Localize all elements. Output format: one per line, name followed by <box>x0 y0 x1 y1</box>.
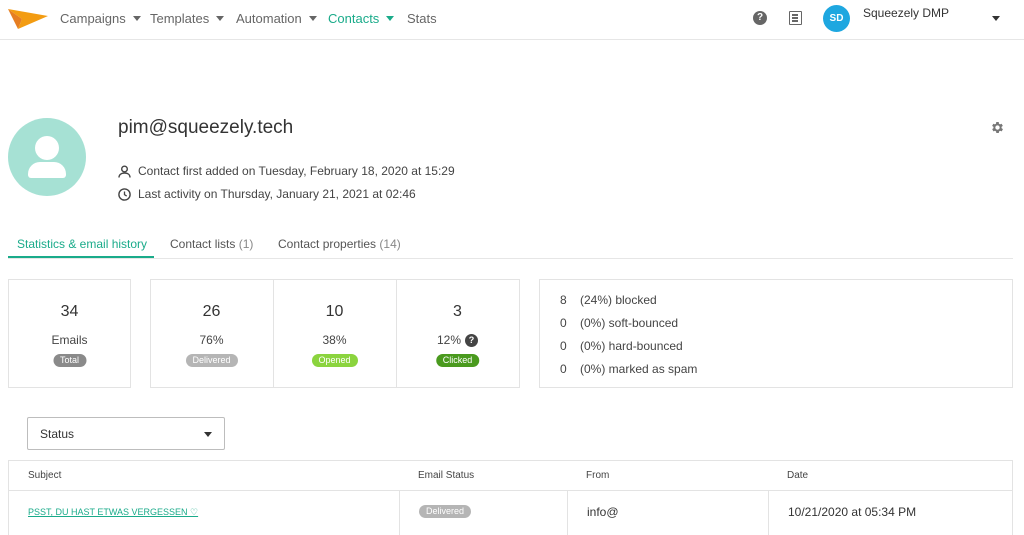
bounce-hard-text: (0%) hard-bounced <box>580 339 683 353</box>
stat-emails-value: 34 <box>60 303 79 320</box>
contact-email: pim@squeezely.tech <box>118 117 294 138</box>
badge-total: Total <box>52 354 87 367</box>
documents-icon[interactable] <box>789 11 802 25</box>
bounce-blocked-count: 8 <box>560 293 567 307</box>
stat-delivered-label: 76% <box>199 333 224 347</box>
header-from[interactable]: From <box>586 470 609 481</box>
user-icon <box>35 136 59 160</box>
tab-contact-properties-count: (14) <box>379 237 401 251</box>
nav-templates[interactable]: Templates <box>150 11 225 26</box>
email-from: info@ <box>587 505 619 519</box>
nav-automation-label: Automation <box>236 11 302 26</box>
bounce-blocked-text: (24%) blocked <box>580 293 657 307</box>
last-activity-text: Last activity on Thursday, January 21, 2… <box>138 187 416 201</box>
header-email-status[interactable]: Email Status <box>418 470 474 481</box>
stat-opened-value: 10 <box>325 303 344 320</box>
bounce-spam-text: (0%) marked as spam <box>580 362 698 376</box>
logo-icon[interactable] <box>8 7 48 31</box>
stat-emails: 34 Emails Total <box>8 279 131 388</box>
contact-avatar <box>8 118 86 196</box>
tab-contact-lists-label: Contact lists <box>170 237 236 251</box>
tab-contact-properties-label: Contact properties <box>278 237 377 251</box>
badge-clicked: Clicked <box>435 354 480 367</box>
gear-icon[interactable] <box>990 120 1005 135</box>
status-badge: Delivered <box>419 505 472 518</box>
chevron-down-icon <box>216 16 225 21</box>
stat-clicked-value: 3 <box>453 303 462 320</box>
stat-clicked-label: 12% <box>436 333 462 347</box>
chevron-down-icon[interactable] <box>992 16 1000 21</box>
nav-campaigns[interactable]: Campaigns <box>60 11 141 26</box>
nav-stats-label: Stats <box>407 11 437 26</box>
stat-emails-label: Emails <box>51 333 88 347</box>
header-subject[interactable]: Subject <box>28 470 61 481</box>
stat-opened: 10 38% Opened <box>273 279 396 388</box>
tab-contact-lists[interactable]: Contact lists (1) <box>170 237 253 251</box>
bounce-hard-count: 0 <box>560 339 567 353</box>
stat-delivered: 26 76% Delivered <box>150 279 273 388</box>
bounce-soft-count: 0 <box>560 316 567 330</box>
bounce-spam-count: 0 <box>560 362 567 376</box>
contact-last-activity: Last activity on Thursday, January 21, 2… <box>118 187 416 201</box>
nav-contacts-label: Contacts <box>328 11 380 26</box>
nav-templates-label: Templates <box>150 11 210 26</box>
status-filter-dropdown[interactable]: Status <box>27 417 225 450</box>
tab-statistics[interactable]: Statistics & email history <box>17 237 147 251</box>
first-added-text: Contact first added on Tuesday, February… <box>138 164 455 178</box>
stat-clicked-label-wrap: 12% ? <box>396 333 519 347</box>
email-subject-link[interactable]: PSST, DU HAST ETWAS VERGESSEN ♡ <box>28 507 198 518</box>
table-row[interactable]: PSST, DU HAST ETWAS VERGESSEN ♡ Delivere… <box>9 491 1012 535</box>
bounce-soft-text: (0%) soft-bounced <box>580 316 679 330</box>
clock-icon <box>118 187 131 201</box>
chevron-down-icon <box>308 16 317 21</box>
help-icon[interactable]: ? <box>753 11 767 25</box>
chevron-down-icon <box>132 16 141 21</box>
bounce-hard: 0 (0%) hard-bounced <box>560 339 683 353</box>
contact-tabs: Statistics & email history Contact lists… <box>8 232 1013 259</box>
badge-opened: Opened <box>311 354 358 367</box>
tab-contact-properties[interactable]: Contact properties (14) <box>278 237 401 251</box>
stat-clicked: 3 12% ? Clicked <box>396 279 519 388</box>
tab-contact-lists-count: (1) <box>238 237 254 251</box>
stat-opened-label: 38% <box>322 333 347 347</box>
table-header: Subject Email Status From Date <box>9 461 1012 491</box>
account-name[interactable]: Squeezely DMP <box>863 6 949 20</box>
status-filter-label: Status <box>40 427 75 441</box>
nav-contacts[interactable]: Contacts <box>328 11 395 26</box>
account-avatar[interactable]: SD <box>823 5 850 32</box>
email-date: 10/21/2020 at 05:34 PM <box>788 505 917 519</box>
nav-campaigns-label: Campaigns <box>60 11 126 26</box>
nav-stats[interactable]: Stats <box>407 11 437 26</box>
bounce-spam: 0 (0%) marked as spam <box>560 362 697 376</box>
active-tab-indicator <box>8 256 154 258</box>
header-date[interactable]: Date <box>787 470 808 481</box>
bounce-soft: 0 (0%) soft-bounced <box>560 316 678 330</box>
stat-delivered-value: 26 <box>202 303 221 320</box>
email-history-table: Subject Email Status From Date PSST, DU … <box>8 460 1013 535</box>
chevron-down-icon <box>386 16 395 21</box>
help-icon[interactable]: ? <box>465 333 479 347</box>
top-navigation: Campaigns Templates Automation Contacts … <box>0 0 1024 40</box>
chevron-down-icon <box>204 432 212 437</box>
badge-delivered: Delivered <box>185 354 238 367</box>
person-icon <box>118 165 131 178</box>
nav-automation[interactable]: Automation <box>236 11 317 26</box>
bounce-blocked: 8 (24%) blocked <box>560 293 657 307</box>
contact-first-added: Contact first added on Tuesday, February… <box>118 164 455 178</box>
tab-statistics-label: Statistics & email history <box>17 237 148 251</box>
